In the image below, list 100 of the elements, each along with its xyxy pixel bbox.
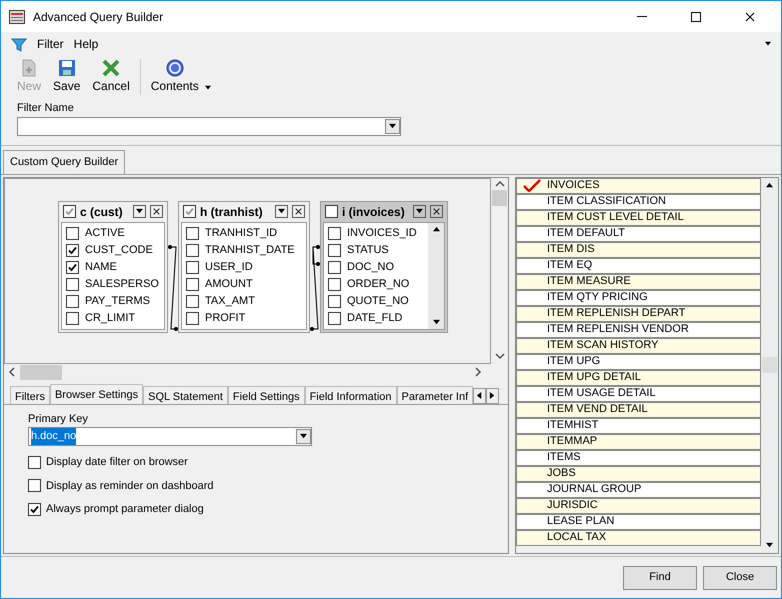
table-list-item[interactable]: JOURNAL GROUP: [516, 482, 761, 498]
scrollbar-thumb[interactable]: [762, 357, 777, 374]
table-list-item[interactable]: ITEMHIST: [516, 418, 761, 434]
checkbox[interactable]: [66, 244, 79, 256]
toolbar-button[interactable]: Cancel: [86, 59, 136, 95]
table-list-item[interactable]: ITEM CLASSIFICATION: [516, 194, 761, 210]
field-label: Primary Key: [28, 412, 89, 426]
dropdown-icon[interactable]: [416, 208, 423, 215]
scroll-up-icon[interactable]: [432, 226, 440, 232]
tab-scroll-right-icon[interactable]: [489, 392, 496, 399]
dialog-button[interactable]: Find: [623, 566, 697, 590]
tab[interactable]: SQL Statement: [143, 386, 228, 404]
checkbox[interactable]: [186, 294, 199, 308]
table-list-item[interactable]: ITEM DEFAULT: [516, 226, 761, 242]
option-label: Always prompt parameter dialog: [46, 502, 204, 517]
maximize-icon[interactable]: [691, 12, 701, 22]
checkbox[interactable]: [186, 278, 199, 290]
table-list-item[interactable]: ITEMS: [516, 450, 761, 466]
close-icon[interactable]: [295, 208, 302, 215]
table-list-item[interactable]: ITEM QTY PRICING: [516, 290, 761, 306]
table-list-item[interactable]: ITEM VEND DETAIL: [516, 402, 761, 418]
tab[interactable]: Custom Query Builder: [3, 150, 126, 174]
checkbox[interactable]: [66, 312, 79, 324]
scroll-up-icon[interactable]: [766, 182, 773, 188]
checkbox[interactable]: [183, 205, 196, 218]
checkbox[interactable]: [28, 502, 41, 516]
checkbox[interactable]: [66, 278, 79, 290]
checkbox[interactable]: [328, 226, 341, 240]
table-list-item[interactable]: LOCAL TAX: [516, 530, 761, 546]
caret-icon[interactable]: [204, 85, 211, 91]
table-node[interactable]: c (cust) ACTIVE CUST_CODE NAME SALESPERSO PAY_TERMS CR_LIMIT: [58, 200, 168, 332]
table-list-item[interactable]: ITEM MEASURE: [516, 274, 761, 290]
tab[interactable]: Field Settings: [228, 386, 305, 404]
tab[interactable]: Filters: [10, 386, 50, 404]
field-name: SALESPERSO: [85, 276, 159, 292]
dropdown-icon[interactable]: [389, 122, 396, 130]
checkbox[interactable]: [186, 226, 199, 240]
table-node[interactable]: i (invoices) INVOICES_ID STATUS DOC_NO ORDER_NO QUOTE_NO DATE_FLD: [320, 200, 448, 332]
scroll-down-icon[interactable]: [494, 352, 504, 362]
close-icon[interactable]: [433, 208, 440, 215]
table-list-item[interactable]: ITEM REPLENISH VENDOR: [516, 322, 761, 338]
tab-scroll-left-icon[interactable]: [476, 392, 484, 399]
scrollbar-thumb[interactable]: [20, 364, 62, 380]
table-list-item[interactable]: ITEM EQ: [516, 258, 761, 274]
checkbox[interactable]: [66, 260, 79, 274]
option-label: Display date filter on browser: [46, 455, 188, 470]
scroll-down-icon[interactable]: [766, 542, 773, 549]
scrollbar[interactable]: [428, 222, 444, 328]
checkbox[interactable]: [63, 205, 76, 218]
dropdown-icon[interactable]: [300, 433, 307, 440]
table-node[interactable]: h (tranhist) TRANHIST_ID TRANHIST_DATE USER_ID AMOUNT TAX_AMT PROFIT: [178, 200, 310, 332]
checkbox[interactable]: [186, 312, 199, 324]
checkbox[interactable]: [328, 294, 341, 308]
field-name: QUOTE_NO: [347, 294, 409, 309]
toolbar-button[interactable]: Contents: [144, 59, 205, 95]
checkbox[interactable]: [328, 244, 341, 256]
checkbox[interactable]: [66, 226, 79, 240]
dropdown-icon[interactable]: [278, 208, 285, 215]
check-icon: [523, 179, 541, 192]
checkbox[interactable]: [328, 312, 341, 324]
menu-item[interactable]: Filter: [37, 35, 64, 53]
checkbox[interactable]: [328, 260, 341, 274]
tab[interactable]: Parameter Inf: [396, 386, 474, 404]
close-icon[interactable]: [153, 208, 160, 215]
table-list-item[interactable]: ITEMMAP: [516, 434, 761, 450]
table-list-item[interactable]: ITEM SCAN HISTORY: [516, 338, 761, 354]
table-list-item[interactable]: INVOICES: [516, 178, 761, 194]
menu-item[interactable]: Help: [74, 35, 98, 53]
checkbox[interactable]: [325, 205, 338, 218]
help-icon: [166, 59, 184, 77]
table-list-item[interactable]: ITEM DIS: [516, 242, 761, 258]
table-list-item[interactable]: JOBS: [516, 466, 761, 482]
checkbox[interactable]: [186, 260, 199, 274]
table-list-item[interactable]: LEASE PLAN: [516, 514, 761, 530]
table-list-item[interactable]: JURISDIC: [516, 498, 761, 514]
tab[interactable]: Field Information: [304, 386, 397, 404]
scroll-down-icon[interactable]: [432, 318, 440, 326]
table-list-item[interactable]: ITEM USAGE DETAIL: [516, 386, 761, 402]
field-name: CR_LIMIT: [85, 310, 136, 326]
overflow-icon[interactable]: [765, 41, 771, 47]
table-list-item[interactable]: ITEM CUST LEVEL DETAIL: [516, 210, 761, 226]
checkbox[interactable]: [186, 244, 199, 256]
scroll-right-icon[interactable]: [474, 367, 484, 377]
checkbox[interactable]: [328, 278, 341, 290]
checkbox[interactable]: [28, 479, 41, 492]
table-list-item[interactable]: ITEM REPLENISH DEPART: [516, 306, 761, 322]
primary-key-dropdown[interactable]: h.doc_no: [28, 427, 312, 446]
dropdown-icon[interactable]: [136, 208, 143, 215]
checkbox[interactable]: [66, 294, 79, 308]
scroll-up-icon[interactable]: [494, 180, 504, 190]
table-list-item[interactable]: ITEM UPG: [516, 354, 761, 370]
close-icon[interactable]: [745, 12, 755, 22]
checkbox[interactable]: [28, 456, 41, 469]
toolbar-button[interactable]: Save: [47, 59, 86, 95]
dialog-button[interactable]: Close: [703, 566, 777, 590]
field-name: DOC_NO: [347, 260, 394, 275]
tab[interactable]: Browser Settings: [50, 384, 144, 404]
scrollbar-thumb[interactable]: [492, 190, 507, 206]
minimize-icon[interactable]: [637, 16, 647, 18]
table-list-item[interactable]: ITEM UPG DETAIL: [516, 370, 761, 386]
